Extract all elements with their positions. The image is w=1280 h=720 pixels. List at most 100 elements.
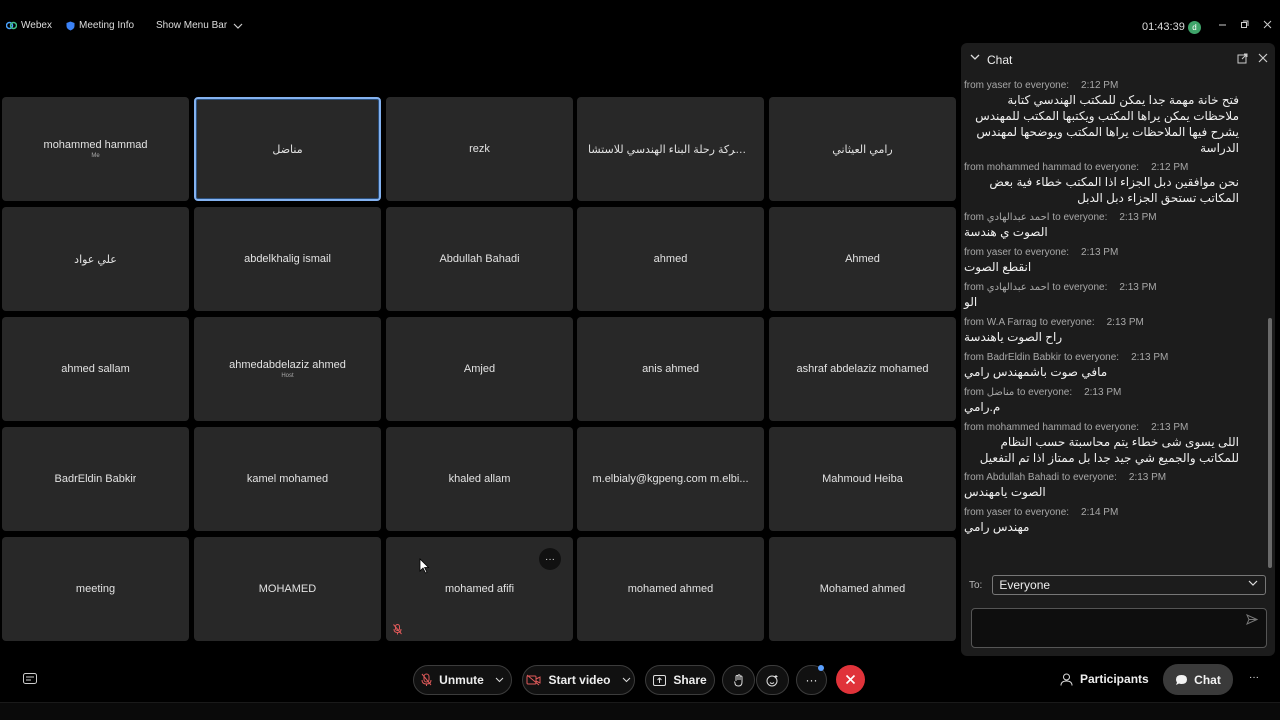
participant-name: Mohamed ahmed — [819, 583, 906, 595]
participant-tile[interactable]: anis ahmed — [577, 317, 764, 421]
message-header: from W.A Farrag to everyone: 2:13 PM — [964, 317, 1260, 328]
chat-message-input[interactable] — [971, 608, 1267, 648]
participant-name: abdelkhalig ismail — [244, 253, 331, 265]
participant-name: ahmed — [653, 253, 688, 265]
message-time: 2:13 PM — [1151, 422, 1189, 433]
chat-title: Chat — [987, 53, 1013, 67]
participant-tile[interactable]: رامي العيثاني — [769, 97, 956, 201]
participant-tile[interactable]: مناضل — [194, 97, 381, 201]
participant-tile[interactable]: Mahmoud Heiba — [769, 427, 956, 531]
message-sender: from mohammed hammad to everyone: — [964, 162, 1140, 173]
participant-tile[interactable]: ahmed sallam — [2, 317, 189, 421]
message-header: from mohammed hammad to everyone: 2:13 PM — [964, 422, 1260, 433]
pop-out-icon[interactable] — [1237, 53, 1248, 64]
participant-tile[interactable]: BadrEldin Babkir — [2, 427, 189, 531]
participant-tile[interactable]: Ahmed — [769, 207, 956, 311]
participant-tile[interactable]: Amjed — [386, 317, 573, 421]
mouse-cursor-icon — [419, 558, 430, 574]
participant-tile[interactable]: mohamed afifi ··· — [386, 537, 573, 641]
participant-tile[interactable]: meeting — [2, 537, 189, 641]
overflow-menu-button[interactable]: ··· — [1249, 672, 1259, 683]
participant-grid: mohammed hammad Me مناضل rezk شركة رحلة البن… — [2, 97, 957, 643]
message-time: 2:13 PM — [1131, 352, 1169, 363]
message-sender: from احمد عبدالهادي to everyone: — [964, 282, 1108, 293]
close-icon — [1263, 20, 1272, 29]
message-text: مافي صوت باشمهندس رامي — [964, 365, 1108, 379]
message-text: انقطع الصوت — [964, 260, 1032, 274]
chat-scrollbar[interactable] — [1268, 318, 1272, 568]
minimize-button[interactable] — [1218, 20, 1227, 32]
participant-tile[interactable]: MOHAMED — [194, 537, 381, 641]
message-time: 2:13 PM — [1119, 282, 1157, 293]
message-sender: from yaser to everyone: — [964, 80, 1070, 91]
reactions-button[interactable] — [756, 665, 789, 695]
unmute-button[interactable]: Unmute — [413, 665, 512, 695]
emoji-icon — [766, 674, 778, 686]
maximize-button[interactable] — [1240, 20, 1249, 32]
message-sender: from mohammed hammad to everyone: — [964, 422, 1140, 433]
participant-name: mohamed afifi — [444, 583, 515, 595]
unmute-label: Unmute — [439, 673, 484, 687]
meeting-info-button[interactable]: Meeting Info — [66, 20, 134, 31]
message-header: from Abdullah Bahadi to everyone: 2:13 PM — [964, 472, 1260, 483]
participant-tile[interactable]: علي عواد — [2, 207, 189, 311]
participant-tile[interactable]: abdelkhalig ismail — [194, 207, 381, 311]
message-time: 2:13 PM — [1081, 247, 1119, 258]
participant-name: khaled allam — [448, 473, 511, 485]
raise-hand-button[interactable] — [722, 665, 755, 695]
chat-message: from yaser to everyone: 2:13 PM انقطع الصو… — [961, 247, 1263, 276]
close-chat-icon[interactable] — [1258, 53, 1268, 63]
send-icon[interactable] — [1246, 614, 1258, 625]
message-sender: from Abdullah Bahadi to everyone: — [964, 472, 1117, 483]
chat-button[interactable]: Chat — [1163, 664, 1233, 695]
share-label: Share — [673, 673, 707, 687]
participant-tile[interactable]: ashraf abdelaziz mohamed — [769, 317, 956, 421]
participant-role: Me — [91, 153, 100, 159]
participant-tile[interactable]: Abdullah Bahadi — [386, 207, 573, 311]
participant-tile[interactable]: ahmedabdelaziz ahmed Host — [194, 317, 381, 421]
captions-icon[interactable] — [23, 673, 37, 685]
recipient-value: Everyone — [999, 578, 1051, 592]
more-options-label: ··· — [805, 673, 818, 687]
close-window-button[interactable] — [1263, 20, 1272, 32]
participant-tile[interactable]: Mohamed ahmed — [769, 537, 956, 641]
chat-message: from مناضل to everyone: 2:13 PM م.رامي — [961, 387, 1263, 416]
participant-name: Mahmoud Heiba — [822, 473, 903, 485]
recipient-select[interactable]: Everyone — [992, 575, 1267, 595]
to-label: To: — [969, 579, 983, 591]
message-sender: from yaser to everyone: — [964, 507, 1070, 518]
participant-tile[interactable]: mohamed ahmed — [577, 537, 764, 641]
shield-info-icon — [66, 21, 75, 30]
show-menu-bar-button[interactable]: Show Menu Bar — [156, 20, 243, 31]
chevron-down-icon[interactable] — [495, 677, 504, 683]
message-text: الو — [964, 295, 978, 309]
message-time: 2:13 PM — [1119, 212, 1157, 223]
participant-role: Host — [281, 373, 294, 379]
message-time: 2:13 PM — [1128, 472, 1167, 483]
participants-button[interactable]: Participants — [1060, 672, 1149, 686]
message-header: from احمد عبدالهادي to everyone: 2:13 PM — [964, 282, 1260, 293]
participant-tile[interactable]: ahmed — [577, 207, 764, 311]
chevron-down-icon[interactable] — [622, 677, 631, 683]
chevron-down-icon — [1248, 580, 1258, 586]
leave-meeting-button[interactable] — [836, 665, 865, 694]
chat-panel: Chat from yaser to everyone: 2:12 PM فتح خ… — [961, 43, 1275, 656]
taskbar-strip — [0, 702, 1280, 720]
participant-tile[interactable]: mohammed hammad Me — [2, 97, 189, 201]
collapse-chevron-icon[interactable] — [970, 54, 980, 61]
participant-tile[interactable]: rezk — [386, 97, 573, 201]
start-video-button[interactable]: Start video — [522, 665, 635, 695]
participant-tile[interactable]: m.elbialy@kgpeng.com m.elbi... — [577, 427, 764, 531]
participant-tile[interactable]: kamel mohamed — [194, 427, 381, 531]
message-header: from mohammed hammad to everyone: 2:12 PM — [964, 162, 1260, 173]
chat-header: Chat — [961, 43, 1275, 77]
chevron-down-icon — [233, 23, 243, 29]
minimize-icon — [1219, 24, 1226, 26]
chat-message: from W.A Farrag to everyone: 2:13 PM راح ا… — [961, 317, 1263, 346]
avatar[interactable]: d — [1188, 21, 1201, 34]
share-button[interactable]: Share — [645, 665, 715, 695]
video-muted-icon — [526, 674, 541, 686]
participant-tile[interactable]: شركة رحلة البناء الهندسي للاستشا... — [577, 97, 764, 201]
participant-tile[interactable]: khaled allam — [386, 427, 573, 531]
tile-more-button[interactable]: ··· — [539, 548, 561, 570]
